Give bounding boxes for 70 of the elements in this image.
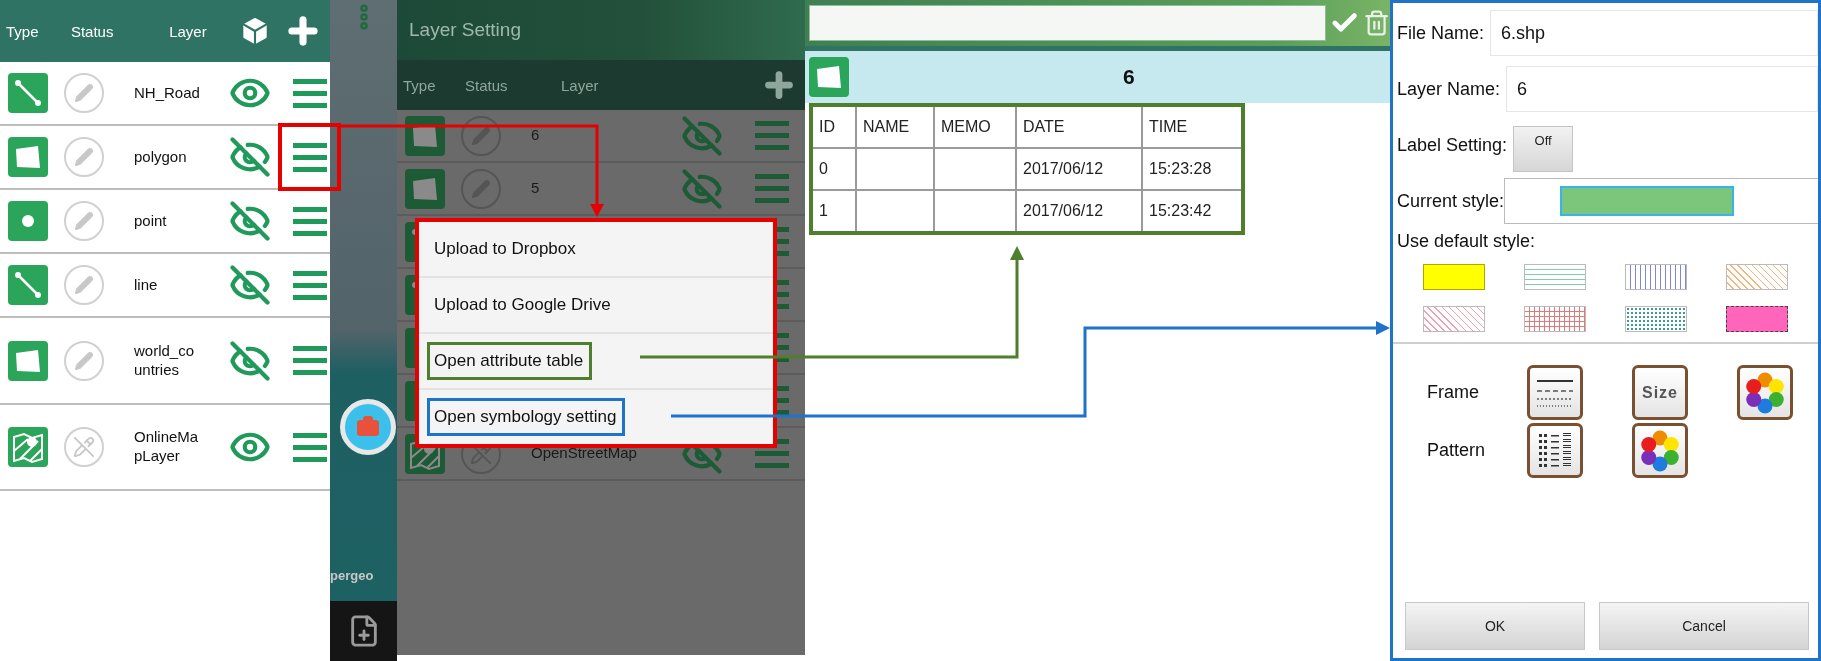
column-header: NAME	[856, 105, 934, 148]
delete-icon[interactable]	[1362, 9, 1390, 37]
toolbox-icon	[356, 415, 380, 439]
style-swatch[interactable]	[1625, 264, 1688, 290]
polygon-layer-icon	[405, 115, 445, 156]
toolbox-button[interactable]	[340, 399, 396, 455]
field-label: Label Setting:	[1397, 134, 1508, 156]
toggle-button[interactable]: Off	[1513, 126, 1574, 172]
table-cell: 0	[811, 148, 856, 190]
map-layer-icon	[8, 427, 48, 467]
section-label: Use default style:	[1397, 231, 1537, 252]
field-label: Layer Name:	[1397, 78, 1501, 100]
color-palette-icon	[1639, 429, 1681, 472]
menu-item[interactable]: Open symbology setting	[419, 390, 773, 444]
search-field[interactable]	[809, 5, 1326, 41]
layer-name: 6	[531, 126, 541, 145]
layer-name: OpenStreetMap	[531, 444, 638, 463]
map-attribution: pergeo	[330, 568, 374, 583]
style-swatch[interactable]	[1523, 264, 1586, 290]
layer-name: 5	[531, 179, 541, 198]
eye-off-icon[interactable]	[229, 200, 271, 242]
screen-title: Layer Setting	[409, 19, 521, 41]
column-header: Status	[465, 76, 509, 94]
column-header: Status	[70, 22, 115, 40]
column-header: MEMO	[934, 105, 1016, 148]
tool-button[interactable]	[1737, 365, 1793, 420]
layer-name: OnlineMapLayer	[134, 428, 200, 466]
text-field[interactable]: 6	[1506, 66, 1818, 112]
eye-off-icon[interactable]	[229, 264, 271, 306]
style-swatch[interactable]	[1422, 306, 1485, 332]
tool-button[interactable]	[1527, 365, 1583, 420]
polygon-layer-icon	[8, 137, 48, 177]
dialog-button[interactable]: OK	[1405, 602, 1585, 650]
menu-item[interactable]: Open attribute table	[419, 334, 773, 390]
dialog-button[interactable]: Cancel	[1599, 602, 1809, 650]
polygon-layer-icon	[8, 340, 48, 381]
table-title: 6	[1123, 65, 1135, 89]
layer-name: line	[134, 275, 159, 295]
style-swatch[interactable]	[1726, 306, 1789, 332]
column-header: Layer	[169, 22, 208, 40]
style-swatch[interactable]	[1625, 306, 1688, 332]
column-header: Type	[403, 76, 437, 94]
layer-name: polygon	[134, 147, 188, 167]
tool-label: Frame	[1427, 382, 1480, 403]
style-swatch[interactable]	[1523, 306, 1586, 332]
style-swatch[interactable]	[1422, 264, 1485, 290]
menu-item[interactable]: Upload to Google Drive	[419, 278, 773, 334]
polygon-layer-icon	[809, 57, 849, 97]
column-header: ID	[811, 105, 856, 148]
table-cell: 2017/06/12	[1016, 148, 1142, 190]
color-palette-icon	[1744, 371, 1786, 414]
tool-button[interactable]	[1632, 423, 1688, 478]
field-label: File Name:	[1397, 22, 1485, 44]
column-header: Layer	[561, 76, 600, 94]
column-header: DATE	[1016, 105, 1142, 148]
column-header: Type	[6, 22, 40, 40]
tool-label: Pattern	[1427, 440, 1487, 461]
layer-name: point	[134, 211, 168, 231]
style-swatch[interactable]	[1726, 264, 1789, 290]
polygon-layer-icon	[405, 168, 445, 209]
menu-item[interactable]: Upload to Dropbox	[419, 222, 773, 278]
layer-menu-button[interactable]	[278, 123, 341, 191]
layer-name: world_countries	[134, 341, 196, 380]
layer-name: NH_Road	[134, 83, 201, 103]
tool-button[interactable]	[1527, 423, 1583, 478]
tool-button[interactable]: Size	[1632, 365, 1688, 420]
field-label: Current style:	[1397, 190, 1505, 212]
eye-off-icon[interactable]	[229, 339, 271, 382]
eye-off-icon[interactable]	[229, 136, 271, 178]
text-field[interactable]: 6.shp	[1490, 10, 1818, 56]
